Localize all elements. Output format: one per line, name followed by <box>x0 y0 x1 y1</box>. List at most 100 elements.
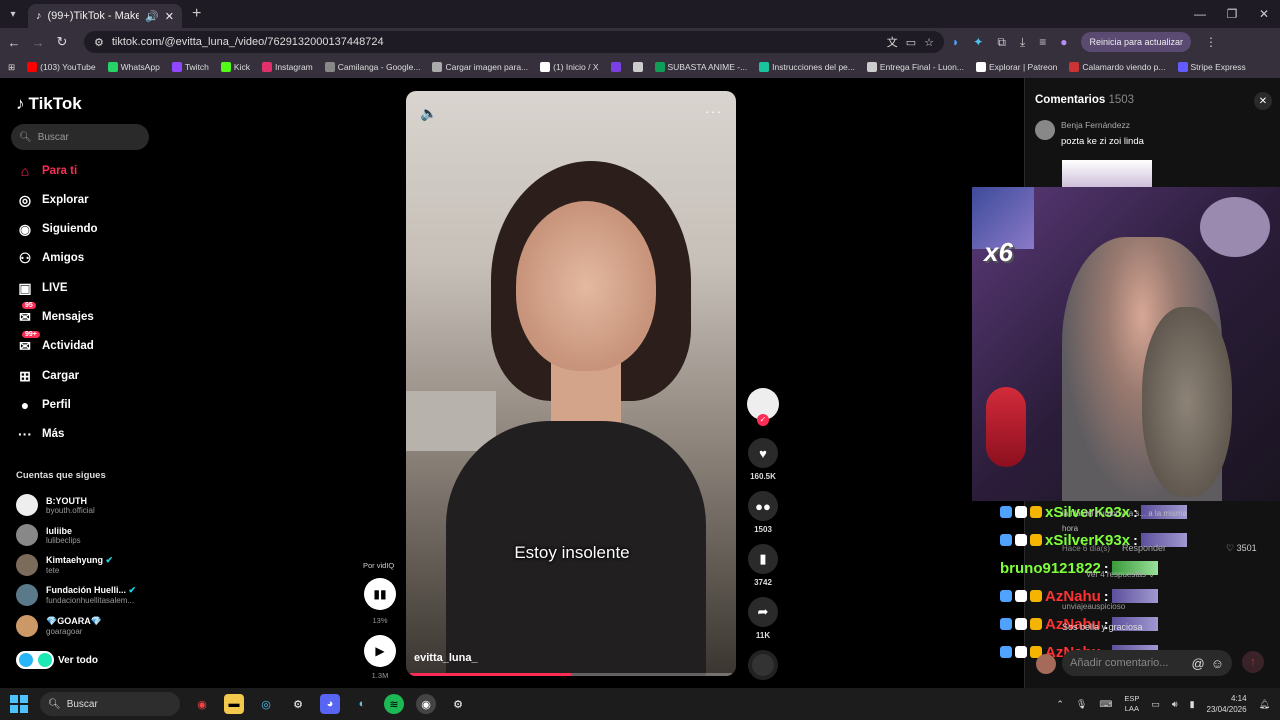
bookmark-item[interactable]: Camilanga - Google... <box>324 62 420 72</box>
bookmark-item[interactable]: Instagram <box>261 62 313 72</box>
address-bar[interactable]: ⚙ tiktok.com/@evitta_luna_/video/7629132… <box>84 31 944 53</box>
bookmark-item[interactable]: (103) YouTube <box>27 62 96 72</box>
comment-user-2[interactable]: unviajeauspicioso <box>1062 602 1125 611</box>
emoji-icon[interactable]: ☺ <box>1211 656 1224 671</box>
translate-icon[interactable]: 文 <box>887 34 898 50</box>
notification-icon[interactable]: 🔔︎ <box>1259 699 1270 710</box>
speaker-icon[interactable]: 🔊︎ <box>1172 699 1178 710</box>
minimize-button[interactable]: — <box>1184 0 1216 28</box>
sidebar-item-actividad[interactable]: ✉ 99+ Actividad <box>16 331 94 355</box>
comment-likes[interactable]: ♡ 3501 <box>1226 543 1257 554</box>
steam-icon[interactable]: ◐ <box>352 694 372 714</box>
chrome-icon[interactable]: ◎ <box>256 694 276 714</box>
update-button[interactable]: Reinicia para actualizar <box>1081 32 1192 52</box>
bookmark-item[interactable] <box>610 62 621 72</box>
back-button[interactable]: ← <box>6 35 22 50</box>
vidiq-stats-button[interactable]: ▮▮ <box>364 578 396 610</box>
bookmark-item[interactable]: Kick <box>220 62 250 72</box>
followed-account[interactable]: Kimtaehyung ✔ tete <box>16 554 113 576</box>
apps-grid-icon[interactable]: ⊞ <box>8 62 15 73</box>
url-text[interactable]: tiktok.com/@evitta_luna_/video/762913200… <box>112 36 879 48</box>
sidebar-item-perfil[interactable]: ● Perfil <box>16 396 71 414</box>
bookmark-item[interactable]: SUBASTA ANIME -... <box>654 62 747 72</box>
comment-image[interactable] <box>1062 160 1152 190</box>
site-info-icon[interactable]: ⚙ <box>94 36 104 49</box>
reply-button[interactable]: Responder <box>1122 543 1166 553</box>
send-comment-button[interactable]: ↑ <box>1242 651 1264 673</box>
download-icon[interactable]: ⤓ <box>1020 35 1025 50</box>
tiktok-logo[interactable]: ♪ TikTok <box>16 94 82 114</box>
close-window-button[interactable]: ✕ <box>1248 0 1280 28</box>
comment-user[interactable]: Benja Fernándezz <box>1061 120 1144 130</box>
bookmark-item[interactable] <box>632 62 643 72</box>
spotify-icon[interactable]: ≋ <box>384 694 404 714</box>
tab-audio-icon[interactable]: 🔊 <box>145 10 159 23</box>
more-options-icon[interactable]: ··· <box>705 103 722 119</box>
bookmark-item[interactable]: Cargar imagen para... <box>432 62 528 72</box>
forward-button[interactable]: → <box>30 35 46 50</box>
view-replies-button[interactable]: Ver 4 respuestas ⌄ <box>1086 570 1155 579</box>
play-button[interactable]: ▶ <box>364 635 396 667</box>
bookmark-item[interactable]: Instrucciones del pe... <box>759 62 855 72</box>
discord-icon[interactable]: ◕ <box>320 694 340 714</box>
windows-start-icon[interactable] <box>10 695 28 713</box>
clock[interactable]: 4:14 23/04/2026 <box>1207 693 1247 715</box>
close-comments-button[interactable]: ✕ <box>1254 92 1272 110</box>
sidebar-item-cargar[interactable]: ⊞ Cargar <box>16 367 79 385</box>
sidebar-item-explorar[interactable]: ◎ Explorar <box>16 191 89 209</box>
sidebar-item-mensajes[interactable]: ✉ 95 Mensajes <box>16 302 94 326</box>
maximize-button[interactable]: ❐ <box>1216 0 1248 28</box>
video-author[interactable]: evitta_luna_ <box>414 652 478 664</box>
obs-icon[interactable]: ◉ <box>416 694 436 714</box>
reload-button[interactable]: ↻ <box>54 34 70 50</box>
bookmark-item[interactable]: Calamardo viendo p... <box>1069 62 1166 72</box>
sidebar-item-live[interactable]: ▣ LIVE <box>16 279 67 297</box>
battery-icon[interactable]: ▮ <box>1190 699 1195 710</box>
menu-kebab-icon[interactable]: ⋮ <box>1205 35 1217 49</box>
bookmark-item[interactable]: Explorar | Patreon <box>975 62 1057 72</box>
follow-plus-icon[interactable]: ✓ <box>757 414 769 426</box>
extension-icon[interactable]: ◗ <box>952 35 959 49</box>
bookmark-item[interactable]: Twitch <box>171 62 209 72</box>
save-button[interactable]: ▮ <box>748 544 778 574</box>
bookmark-star-icon[interactable]: ☆ <box>924 36 934 49</box>
followed-account[interactable]: Fundación Huelli... ✔ fundacionhuellitasa… <box>16 584 136 606</box>
extension-icon[interactable]: ✦ <box>973 35 983 49</box>
search-input[interactable]: 🔍︎ Buscar <box>11 124 149 150</box>
new-tab-button[interactable]: + <box>192 5 201 23</box>
like-button[interactable]: ♥ <box>748 438 778 468</box>
music-disc-icon[interactable] <box>748 650 778 680</box>
bookmark-item[interactable]: Entrega Final - Luon... <box>866 62 964 72</box>
settings-app-icon[interactable]: ⚙ <box>288 694 308 714</box>
sidebar-item-mas[interactable]: ··· Más <box>16 425 64 443</box>
keyboard-icon[interactable]: ⌨ <box>1099 699 1112 710</box>
profile-avatar-icon[interactable]: ● <box>1060 35 1067 49</box>
reading-list-icon[interactable]: ≡ <box>1039 35 1046 49</box>
sidebar-item-para-ti[interactable]: ⌂ Para ti <box>16 162 77 180</box>
followed-account[interactable]: luliibe lulibeclips <box>16 524 81 546</box>
see-all-button[interactable]: Ver todo <box>16 651 98 669</box>
chevron-up-icon[interactable]: ⌃ <box>1056 699 1064 710</box>
bookmark-item[interactable]: (1) Inicio / X <box>540 62 599 72</box>
comment-input[interactable]: Añadir comentario... @ ☺ <box>1062 650 1232 676</box>
tab-search-icon[interactable]: ▾ <box>0 0 26 28</box>
followed-account[interactable]: 💎GOARA💎 goaragoar <box>16 615 102 637</box>
bookmark-item[interactable]: Stripe Express <box>1177 62 1246 72</box>
microphone-icon[interactable]: 🎙︎ <box>1076 699 1087 710</box>
sidebar-item-amigos[interactable]: ⚇ Amigos <box>16 249 84 267</box>
taskbar-search[interactable]: 🔍︎ Buscar <box>40 692 180 716</box>
volume-icon[interactable]: 🔈 <box>420 105 437 122</box>
network-icon[interactable]: ▭ <box>1151 699 1160 710</box>
comment-button[interactable]: ●● <box>748 491 778 521</box>
followed-account[interactable]: B:YOUTH byouth.official <box>16 494 95 516</box>
tab-close-icon[interactable]: ✕ <box>165 10 174 23</box>
avatar[interactable] <box>1035 120 1055 140</box>
language-indicator[interactable]: ESP LAA <box>1124 694 1139 714</box>
app-icon[interactable]: ◉ <box>192 694 212 714</box>
share-button[interactable]: ➦ <box>748 597 778 627</box>
file-explorer-icon[interactable]: ▬ <box>224 694 244 714</box>
bookmark-item[interactable]: WhatsApp <box>107 62 160 72</box>
puzzle-icon[interactable]: ⧉ <box>997 35 1006 50</box>
sidebar-item-siguiendo[interactable]: ◉ Siguiendo <box>16 220 98 238</box>
app-icon[interactable]: ⚙ <box>448 694 468 714</box>
